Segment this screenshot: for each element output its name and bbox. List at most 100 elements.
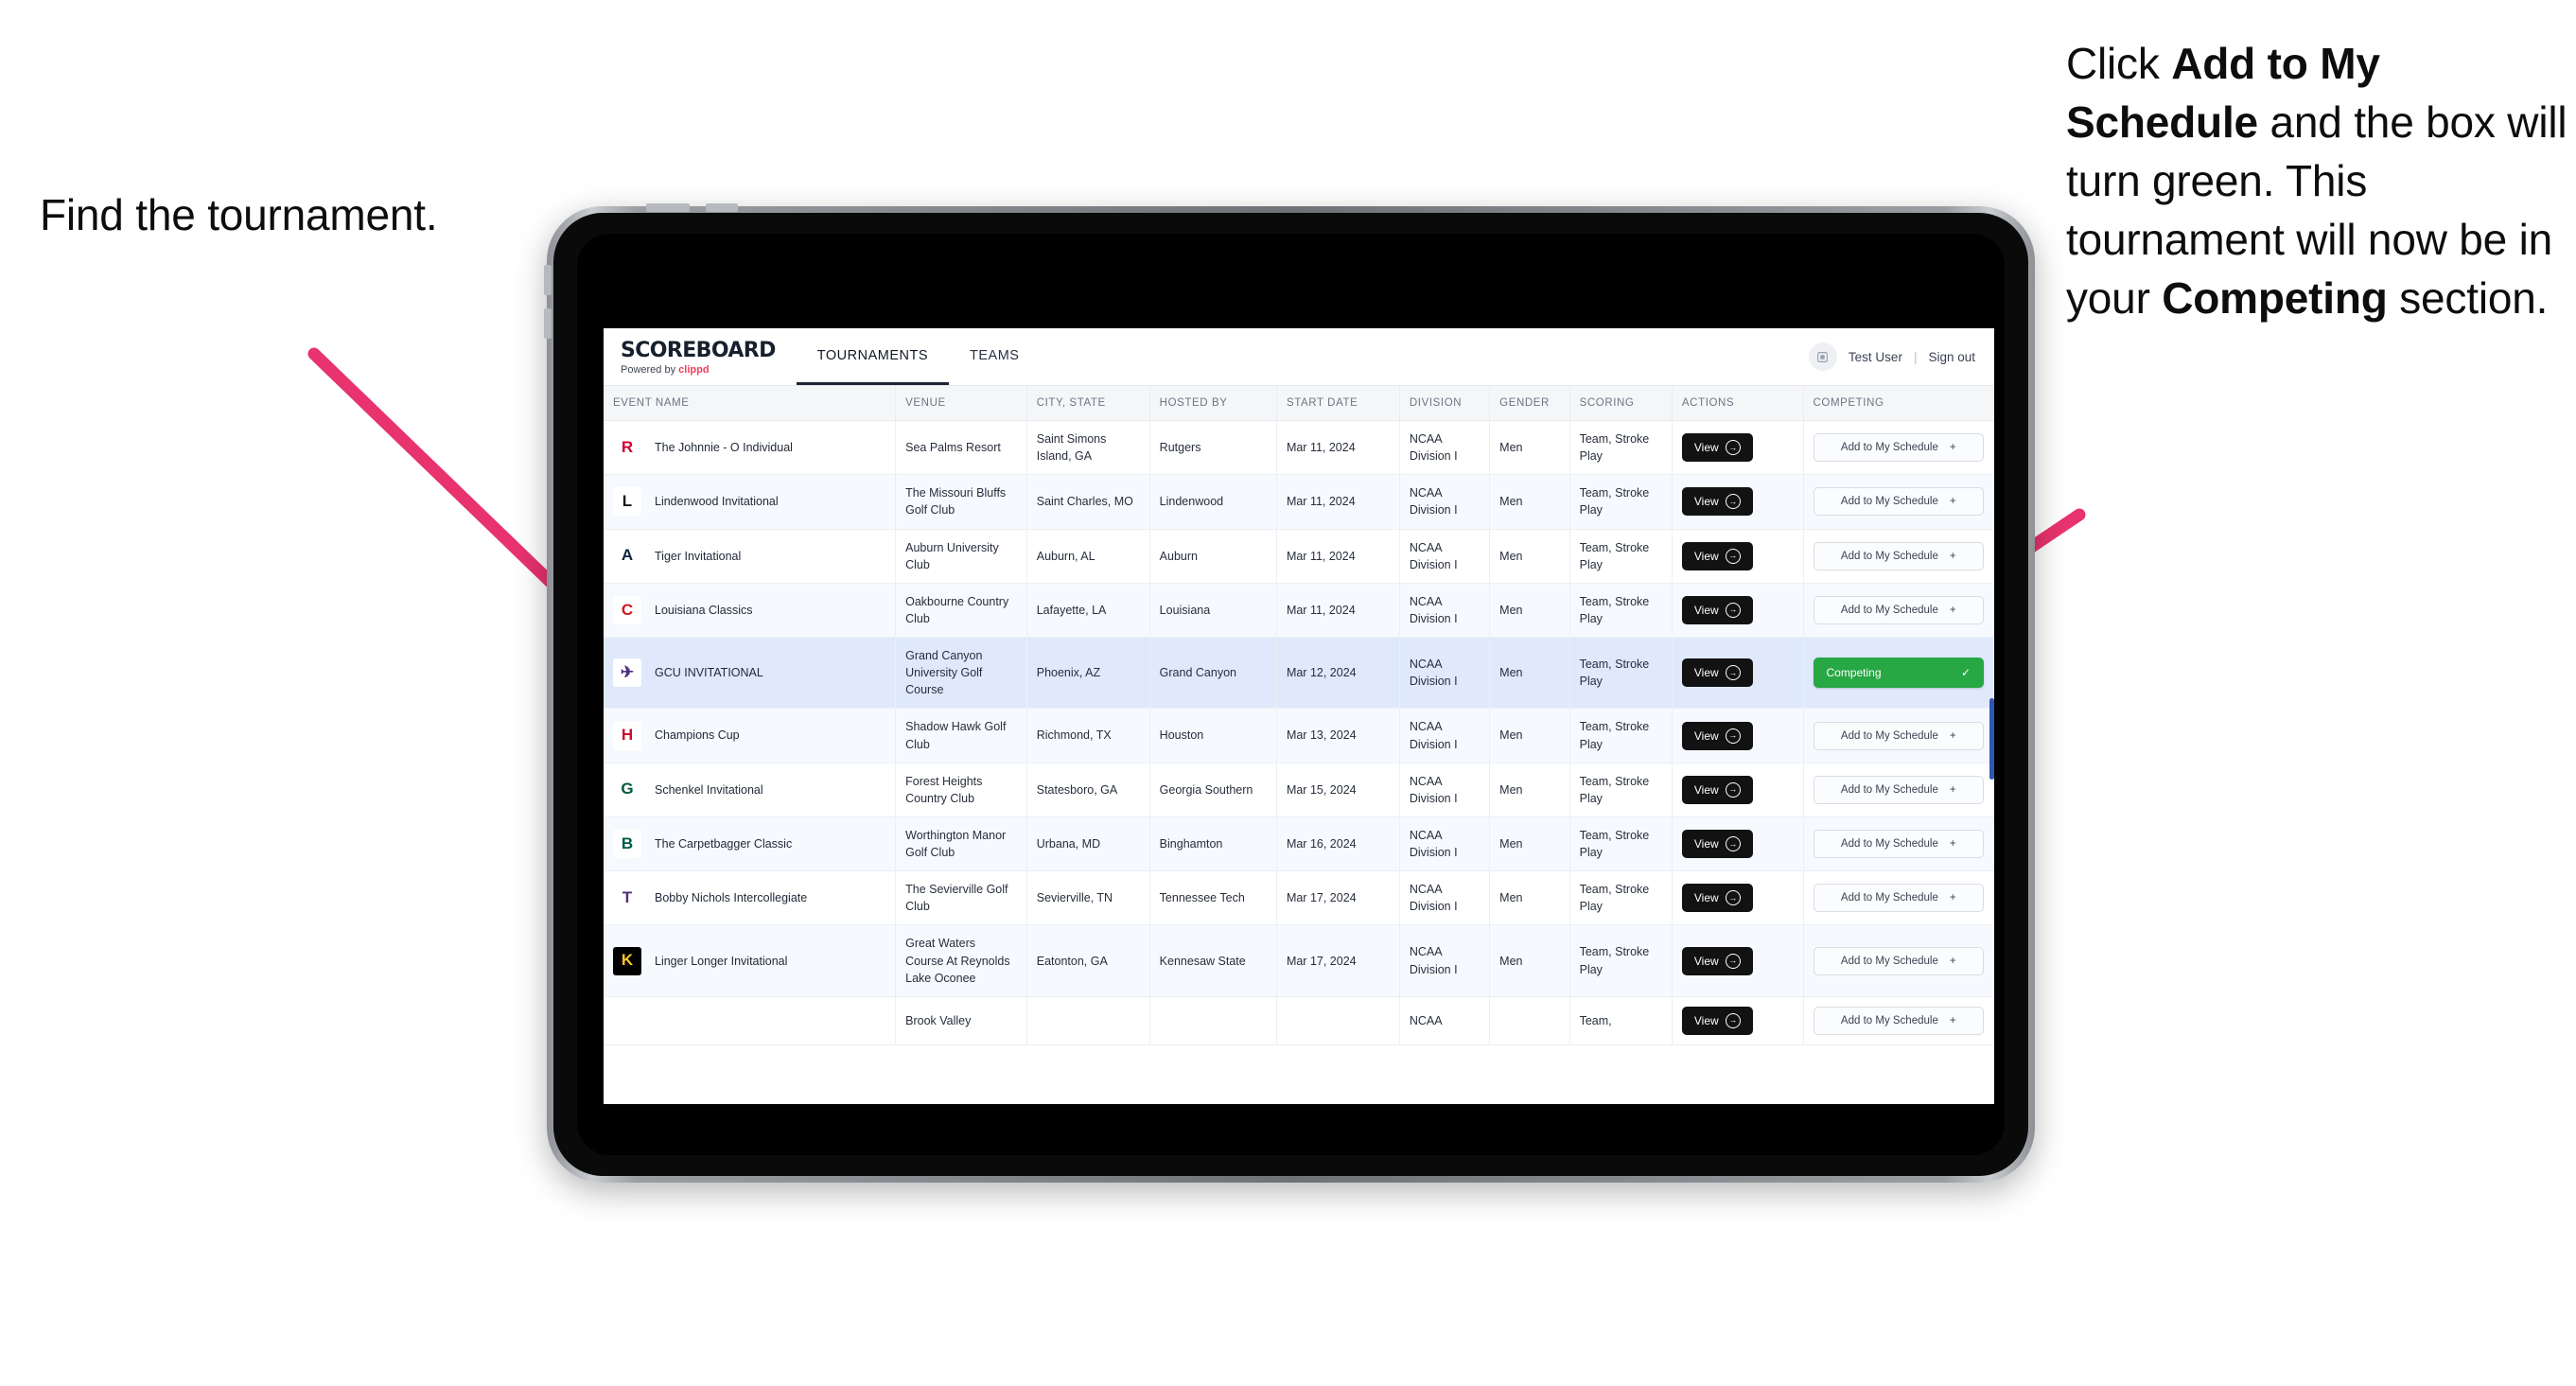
- view-button-label: View: [1693, 837, 1719, 851]
- event-name-label: Schenkel Invitational: [655, 782, 763, 797]
- cell-scoring: Team, Stroke Play: [1569, 637, 1673, 710]
- tablet-top-button-primary[interactable]: [646, 203, 690, 212]
- view-button[interactable]: View →: [1681, 487, 1753, 517]
- column-header-gender[interactable]: GENDER: [1489, 386, 1570, 421]
- tablet-top-button-secondary[interactable]: [706, 203, 738, 212]
- column-header-actions[interactable]: ACTIONS: [1672, 386, 1804, 421]
- cell-start-date: Mar 12, 2024: [1276, 637, 1400, 710]
- view-button[interactable]: View →: [1681, 658, 1753, 688]
- main-nav-tabs: TOURNAMENTS TEAMS: [796, 328, 1041, 385]
- add-to-my-schedule-button[interactable]: Add to My Schedule +: [1813, 946, 1984, 975]
- table-row[interactable]: R The Johnnie - O Individual Sea Palms Res…: [604, 420, 1994, 476]
- column-header-city-state[interactable]: CITY, STATE: [1026, 386, 1150, 421]
- column-header-scoring[interactable]: SCORING: [1569, 386, 1673, 421]
- tablet-volume-up-button[interactable]: [544, 265, 552, 295]
- cell-start-date: Mar 11, 2024: [1276, 420, 1400, 476]
- table-row[interactable]: H Champions Cup Shadow Hawk Golf Club Richm…: [604, 708, 1994, 763]
- tab-teams[interactable]: TEAMS: [949, 328, 1040, 385]
- event-name-label: The Johnnie - O Individual: [655, 441, 793, 455]
- table-row[interactable]: L Lindenwood Invitational The Missouri Blu…: [604, 474, 1994, 530]
- view-button[interactable]: View →: [1681, 775, 1753, 804]
- cell-hosted-by: [1149, 996, 1277, 1045]
- circle-arrow-right-icon: →: [1725, 728, 1741, 744]
- table-row[interactable]: A Tiger Invitational Auburn University Clu…: [604, 529, 1994, 584]
- cell-competing: Add to My Schedule +: [1803, 474, 1994, 530]
- view-button[interactable]: View →: [1681, 595, 1753, 624]
- add-to-my-schedule-button[interactable]: Add to My Schedule +: [1813, 830, 1984, 858]
- cell-venue: Brook Valley: [895, 996, 1027, 1045]
- cell-start-date: Mar 16, 2024: [1276, 816, 1400, 872]
- add-to-my-schedule-button[interactable]: Add to My Schedule +: [1813, 433, 1984, 463]
- column-header-event-name[interactable]: EVENT NAME: [604, 386, 897, 421]
- tablet-outer-frame: SCOREBOARD Powered by clippd TOURNAMENTS…: [544, 203, 2035, 1183]
- table-row[interactable]: K Linger Longer Invitational Great Waters …: [604, 924, 1994, 997]
- tablet-volume-down-button[interactable]: [544, 308, 552, 339]
- add-to-my-schedule-label: Add to My Schedule: [1840, 729, 1938, 742]
- cell-start-date: Mar 15, 2024: [1276, 763, 1400, 817]
- add-to-my-schedule-button[interactable]: Add to My Schedule +: [1813, 541, 1984, 570]
- add-to-my-schedule-button[interactable]: Add to My Schedule +: [1813, 721, 1984, 750]
- view-button-label: View: [1693, 891, 1719, 905]
- table-row[interactable]: B The Carpetbagger Classic Worthington Man…: [604, 816, 1994, 872]
- view-button[interactable]: View →: [1681, 541, 1753, 570]
- plus-icon: +: [1949, 1014, 1956, 1026]
- cell-hosted-by: Binghamton: [1149, 816, 1277, 872]
- add-to-my-schedule-button[interactable]: Add to My Schedule +: [1813, 1006, 1984, 1035]
- add-to-my-schedule-button[interactable]: Add to My Schedule +: [1813, 884, 1984, 913]
- event-name-label: Lindenwood Invitational: [655, 495, 779, 509]
- view-button[interactable]: View →: [1681, 433, 1753, 463]
- table-header-row: EVENT NAME VENUE CITY, STATE HOSTED BY START…: [604, 386, 1994, 421]
- circle-arrow-right-icon: →: [1725, 548, 1741, 564]
- cell-start-date: Mar 11, 2024: [1276, 583, 1400, 639]
- add-to-my-schedule-label: Add to My Schedule: [1840, 1014, 1938, 1026]
- column-header-competing[interactable]: COMPETING: [1803, 386, 1994, 421]
- cell-competing: Competing ✓: [1803, 637, 1994, 710]
- cell-city-state: Saint Simons Island, GA: [1026, 420, 1150, 476]
- table-row[interactable]: T Bobby Nichols Intercollegiate The Sevier…: [604, 870, 1994, 926]
- cell-event-name: L Lindenwood Invitational: [604, 474, 897, 530]
- annotation-segment-4: section.: [2387, 273, 2549, 324]
- table-row[interactable]: Brook Valley NCAA Team, View → Add to My Sche…: [604, 996, 1994, 1045]
- column-header-division[interactable]: DIVISION: [1399, 386, 1491, 421]
- cell-event-name: B The Carpetbagger Classic: [604, 816, 897, 872]
- column-header-venue[interactable]: VENUE: [895, 386, 1027, 421]
- table-row[interactable]: G Schenkel Invitational Forest Heights Cou…: [604, 763, 1994, 817]
- view-button[interactable]: View →: [1681, 884, 1753, 913]
- sign-out-link[interactable]: Sign out: [1928, 350, 1975, 364]
- team-logo-icon: R: [613, 433, 641, 463]
- cell-scoring: Team, Stroke Play: [1569, 924, 1673, 997]
- user-name-label: Test User: [1848, 349, 1902, 364]
- cell-venue: The Missouri Bluffs Golf Club: [895, 474, 1027, 530]
- column-header-start-date[interactable]: START DATE: [1276, 386, 1400, 421]
- competing-badge-button[interactable]: Competing ✓: [1813, 658, 1984, 689]
- user-avatar-icon[interactable]: [1808, 342, 1837, 371]
- cell-actions: View →: [1672, 420, 1804, 476]
- cell-venue: Grand Canyon University Golf Course: [895, 637, 1027, 710]
- cell-city-state: Auburn, AL: [1026, 529, 1150, 584]
- team-logo-icon: K: [613, 946, 641, 975]
- circle-arrow-right-icon: →: [1725, 602, 1741, 618]
- view-button[interactable]: View →: [1681, 721, 1753, 750]
- cell-hosted-by: Grand Canyon: [1149, 637, 1277, 710]
- team-logo-icon: G: [613, 775, 641, 804]
- cell-competing: Add to My Schedule +: [1803, 420, 1994, 476]
- view-button[interactable]: View →: [1681, 946, 1753, 975]
- column-header-hosted-by[interactable]: HOSTED BY: [1149, 386, 1277, 421]
- tablet-bezel: SCOREBOARD Powered by clippd TOURNAMENTS…: [553, 213, 2028, 1176]
- plus-icon: +: [1949, 496, 1956, 508]
- add-to-my-schedule-label: Add to My Schedule: [1840, 604, 1938, 616]
- cell-scoring: Team, Stroke Play: [1569, 870, 1673, 926]
- cell-gender: Men: [1489, 763, 1570, 817]
- view-button[interactable]: View →: [1681, 1006, 1753, 1035]
- table-row[interactable]: ✈ GCU INVITATIONAL Grand Canyon University…: [604, 637, 1994, 710]
- content-scrollbar[interactable]: [1989, 698, 1994, 780]
- plus-icon: +: [1949, 838, 1956, 850]
- table-row[interactable]: C Louisiana Classics Oakbourne Country Clu…: [604, 583, 1994, 639]
- add-to-my-schedule-button[interactable]: Add to My Schedule +: [1813, 775, 1984, 804]
- tab-tournaments[interactable]: TOURNAMENTS: [796, 328, 949, 385]
- view-button[interactable]: View →: [1681, 830, 1753, 858]
- add-to-my-schedule-button[interactable]: Add to My Schedule +: [1813, 487, 1984, 517]
- add-to-my-schedule-button[interactable]: Add to My Schedule +: [1813, 595, 1984, 624]
- cell-actions: View →: [1672, 583, 1804, 639]
- cell-city-state: Saint Charles, MO: [1026, 474, 1150, 530]
